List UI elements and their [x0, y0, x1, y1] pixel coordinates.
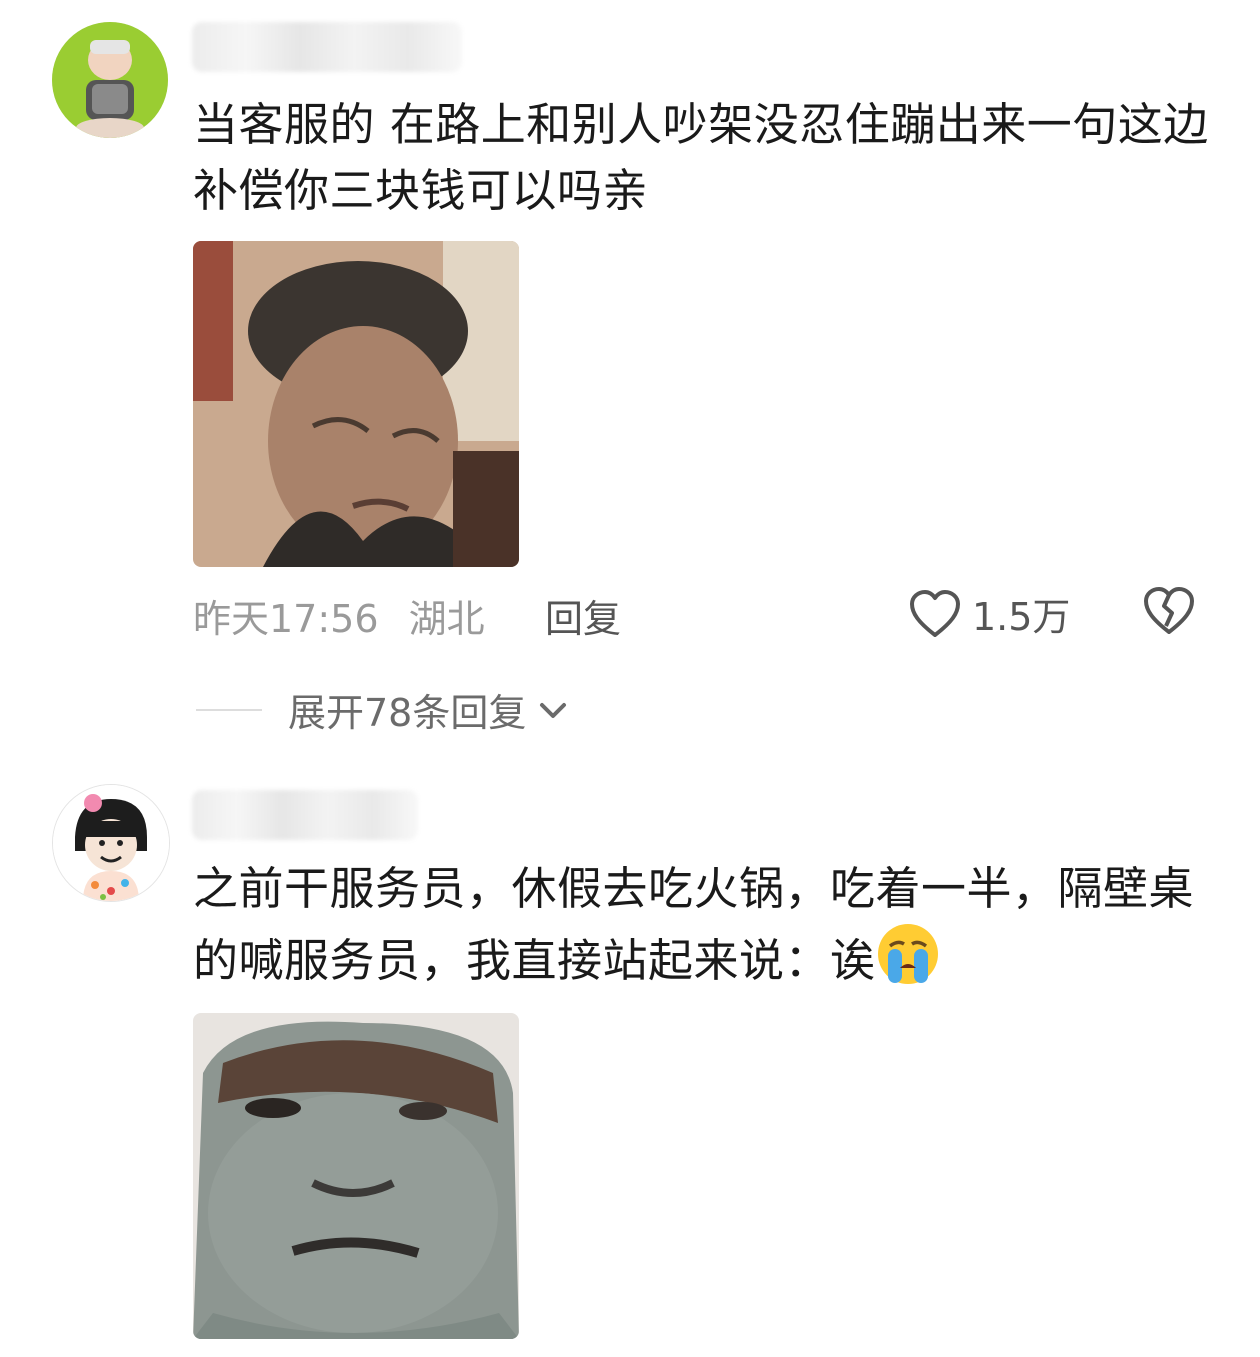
loudly-crying-face-icon	[876, 922, 940, 1004]
dislike-button[interactable]	[1142, 586, 1196, 640]
comment-text-body: 之前干服务员，休假去吃火锅，吃着一半，隔壁桌的喊服务员，我直接站起来说：诶	[193, 862, 1195, 987]
like-button[interactable]: 1.5万	[908, 586, 1070, 641]
comment-text: 当客服的 在路上和别人吵架没忍住蹦出来一句这边补偿你三块钱可以吗亲	[193, 98, 1209, 217]
heart-icon	[910, 589, 960, 637]
username-redacted	[192, 790, 418, 840]
like-count: 1.5万	[972, 595, 1071, 639]
expand-replies-label: 展开78条回复	[288, 691, 527, 735]
divider	[196, 708, 262, 711]
comment-text: 之前干服务员，休假去吃火锅，吃着一半，隔壁桌的喊服务员，我直接站起来说：诶	[193, 856, 1223, 1004]
comment-image[interactable]	[193, 1013, 519, 1339]
distorted-face-image	[193, 1013, 519, 1339]
comment-image[interactable]	[193, 241, 519, 567]
comment-location: 湖北	[408, 597, 485, 641]
comment-time: 昨天17:56	[193, 597, 379, 641]
avatar-image	[53, 785, 169, 901]
username-redacted	[192, 22, 462, 72]
comment-meta: 昨天17:56 湖北	[193, 588, 485, 643]
reply-button[interactable]: 回复	[545, 588, 621, 643]
expand-replies[interactable]: 展开78条回复	[196, 682, 570, 737]
crying-elderly-woman-image	[193, 241, 519, 567]
avatar-image	[52, 22, 168, 138]
broken-heart-icon	[1144, 587, 1194, 634]
avatar[interactable]	[52, 22, 168, 138]
avatar[interactable]	[52, 784, 170, 902]
chevron-down-icon	[540, 702, 567, 718]
